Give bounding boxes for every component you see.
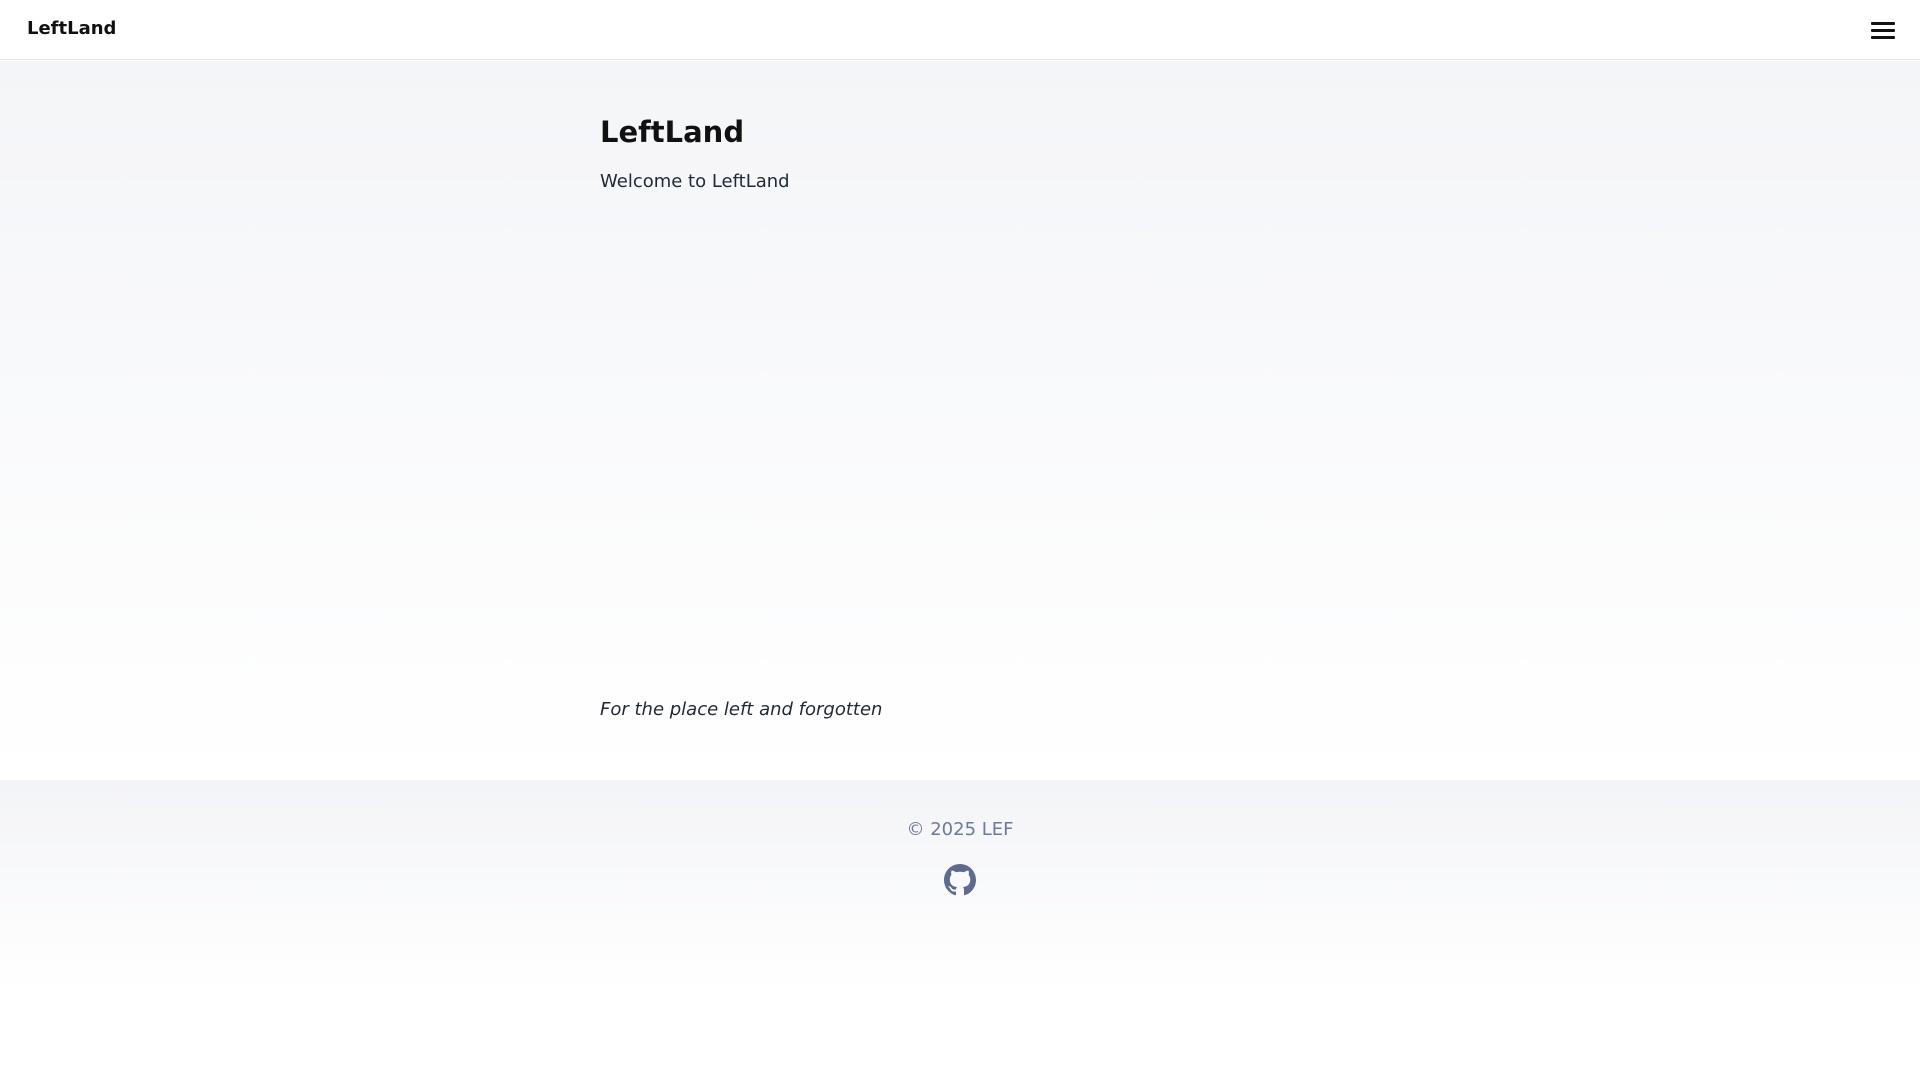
github-link[interactable] bbox=[944, 864, 976, 896]
github-icon bbox=[944, 864, 976, 896]
page-footer: © 2025 LEF bbox=[0, 780, 1920, 1080]
brand-link[interactable]: LeftLand bbox=[27, 17, 116, 41]
top-navigation-bar: LeftLand bbox=[0, 0, 1920, 60]
tagline-text: For the place left and forgotten bbox=[600, 699, 883, 720]
copyright-text: © 2025 LEF bbox=[906, 819, 1014, 840]
welcome-text: Welcome to LeftLand bbox=[600, 171, 790, 192]
page-title: LeftLand bbox=[600, 115, 745, 149]
main-content: LeftLand Welcome to LeftLand For the pla… bbox=[0, 61, 1920, 780]
hamburger-menu-icon bbox=[1871, 22, 1895, 25]
hamburger-menu-button[interactable] bbox=[1866, 14, 1900, 46]
